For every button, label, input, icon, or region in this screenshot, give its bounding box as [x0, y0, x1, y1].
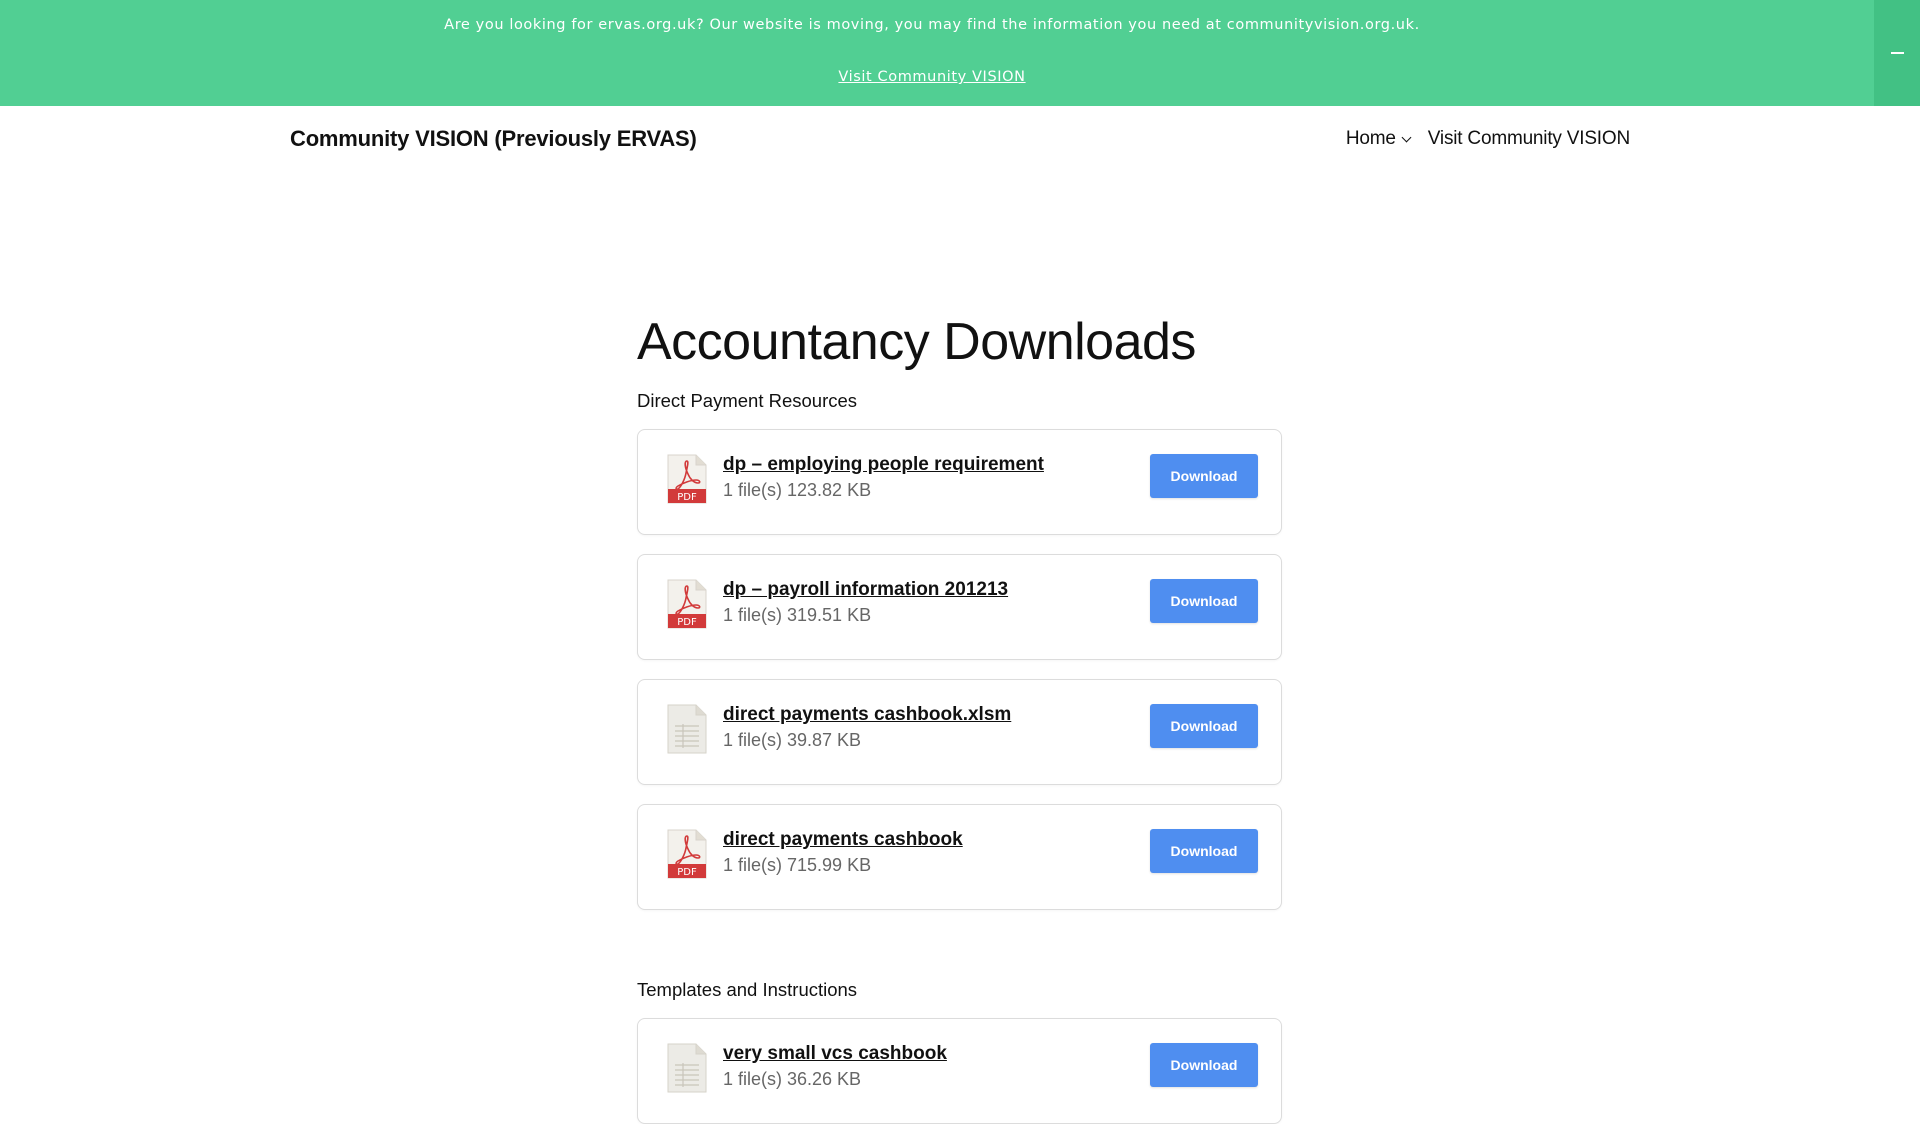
main-nav: Home Visit Community VISION: [1346, 128, 1630, 150]
notice-visit-link[interactable]: Visit Community VISION: [838, 69, 1025, 85]
download-card: PDF dp – employing people requirement 1 …: [637, 429, 1282, 535]
download-card: direct payments cashbook.xlsm 1 file(s) …: [637, 679, 1282, 785]
collapse-banner-button[interactable]: [1874, 0, 1920, 106]
spreadsheet-icon: [667, 1043, 707, 1093]
notice-text: Are you looking for ervas.org.uk? Our we…: [444, 17, 1420, 33]
site-title[interactable]: Community VISION (Previously ERVAS): [290, 126, 697, 152]
download-button[interactable]: Download: [1150, 704, 1258, 748]
download-card: PDF dp – payroll information 201213 1 fi…: [637, 554, 1282, 660]
file-name-link[interactable]: dp – employing people requirement: [723, 454, 1044, 476]
pdf-icon: PDF: [667, 579, 707, 629]
download-button[interactable]: Download: [1150, 829, 1258, 873]
download-button[interactable]: Download: [1150, 454, 1258, 498]
download-button[interactable]: Download: [1150, 579, 1258, 623]
svg-text:PDF: PDF: [677, 867, 697, 878]
notice-banner: Are you looking for ervas.org.uk? Our we…: [0, 0, 1920, 106]
pdf-icon: PDF: [667, 454, 707, 504]
page-title: Accountancy Downloads: [637, 313, 1196, 371]
pdf-icon: PDF: [667, 829, 707, 879]
nav-item-home[interactable]: Home: [1345, 128, 1412, 150]
section-heading-direct-payment: Direct Payment Resources: [637, 390, 858, 411]
file-meta: 1 file(s) 715.99 KB: [723, 855, 872, 875]
file-meta: 1 file(s) 123.82 KB: [723, 480, 872, 500]
file-name-link[interactable]: direct payments cashbook.xlsm: [723, 704, 1011, 726]
download-card: very small vcs cashbook 1 file(s) 36.26 …: [637, 1018, 1282, 1124]
svg-text:PDF: PDF: [677, 492, 697, 503]
file-meta: 1 file(s) 319.51 KB: [723, 605, 872, 625]
chevron-down-icon: [1401, 132, 1412, 142]
section-heading-templates: Templates and Instructions: [637, 979, 858, 1000]
spreadsheet-icon: [667, 704, 707, 754]
nav-item-visit-community-vision[interactable]: Visit Community VISION: [1428, 128, 1630, 150]
nav-visit-label: Visit Community VISION: [1427, 128, 1630, 149]
nav-home-label: Home: [1345, 128, 1396, 149]
minus-icon: [1891, 52, 1904, 54]
download-button[interactable]: Download: [1150, 1043, 1258, 1087]
file-name-link[interactable]: very small vcs cashbook: [723, 1043, 947, 1065]
file-name-link[interactable]: direct payments cashbook: [723, 829, 963, 851]
svg-text:PDF: PDF: [677, 617, 697, 628]
file-name-link[interactable]: dp – payroll information 201213: [723, 579, 1008, 601]
download-card: PDF direct payments cashbook 1 file(s) 7…: [637, 804, 1282, 910]
file-meta: 1 file(s) 39.87 KB: [723, 730, 862, 750]
